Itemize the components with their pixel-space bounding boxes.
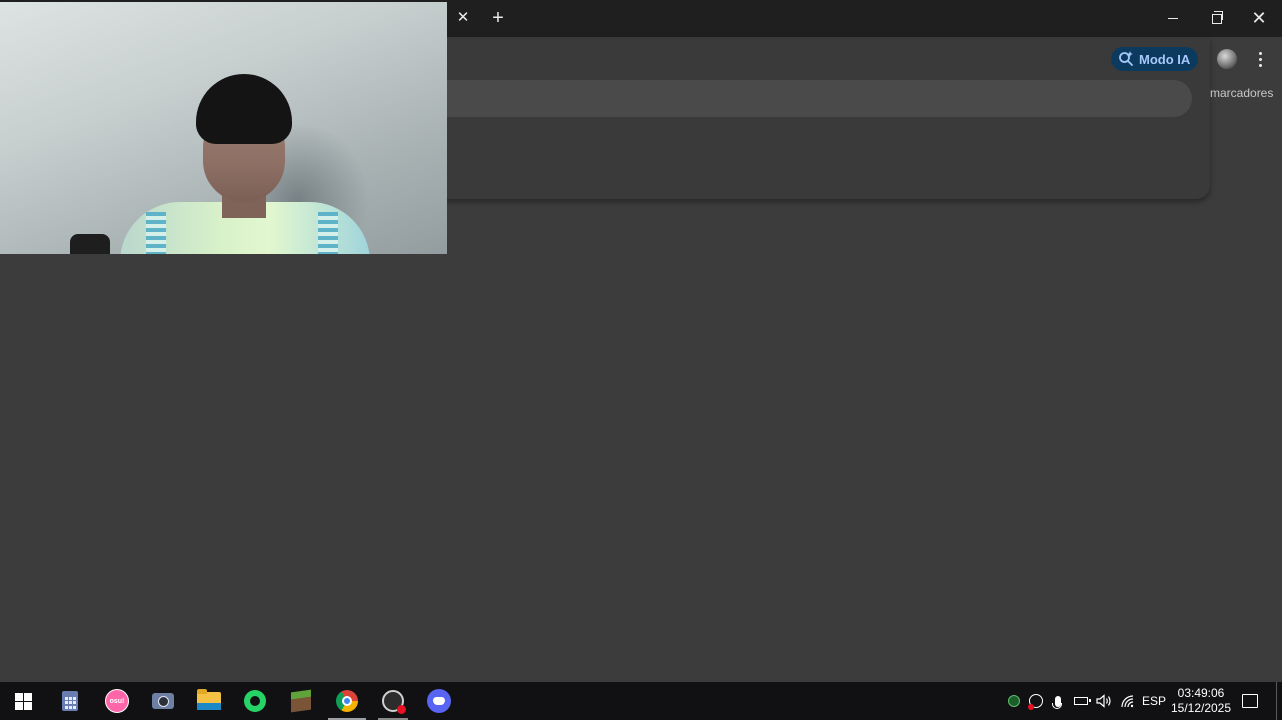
ai-mode-button[interactable]: Modo IA bbox=[1111, 47, 1198, 71]
webcam-overlay bbox=[0, 2, 447, 254]
wifi-icon bbox=[1121, 695, 1134, 708]
tray-obs[interactable] bbox=[1027, 682, 1045, 720]
windows-logo-icon bbox=[14, 692, 32, 710]
camera-icon bbox=[152, 693, 174, 709]
clock-date: 15/12/2025 bbox=[1170, 701, 1232, 715]
minimize-button[interactable] bbox=[1152, 0, 1194, 37]
folder-icon bbox=[197, 689, 221, 710]
notification-icon bbox=[1242, 694, 1258, 708]
whatsapp-icon bbox=[244, 690, 266, 712]
clock[interactable]: 03:49:06 15/12/2025 bbox=[1170, 682, 1232, 720]
taskbar-file-explorer[interactable] bbox=[186, 682, 232, 720]
taskbar-whatsapp[interactable] bbox=[232, 682, 278, 720]
restore-icon bbox=[1212, 10, 1223, 24]
profile-avatar[interactable] bbox=[1217, 49, 1237, 69]
start-button[interactable] bbox=[0, 682, 46, 720]
minecraft-icon bbox=[291, 689, 311, 713]
taskbar-obs[interactable] bbox=[370, 682, 416, 720]
taskbar-camera[interactable] bbox=[140, 682, 186, 720]
obs-tray-icon bbox=[1028, 694, 1043, 710]
minimize-icon bbox=[1168, 18, 1178, 19]
tray-microphone[interactable] bbox=[1050, 682, 1066, 720]
window-close-button[interactable]: ✕ bbox=[1238, 0, 1280, 37]
tray-app-icon[interactable] bbox=[1006, 682, 1022, 720]
more-options-icon[interactable] bbox=[1252, 48, 1268, 70]
taskbar-calculator[interactable] bbox=[47, 682, 93, 720]
taskbar-minecraft[interactable] bbox=[278, 682, 324, 720]
address-bar-input[interactable] bbox=[432, 80, 1192, 117]
taskbar-chrome[interactable] bbox=[324, 682, 370, 720]
clock-time: 03:49:06 bbox=[1177, 686, 1225, 700]
restore-button[interactable] bbox=[1196, 0, 1238, 37]
tab-close-icon[interactable]: ✕ bbox=[452, 7, 474, 29]
tray-battery[interactable] bbox=[1071, 682, 1091, 720]
taskbar-discord[interactable] bbox=[416, 682, 462, 720]
volume-icon bbox=[1096, 694, 1111, 708]
ai-search-icon bbox=[1118, 50, 1134, 69]
new-tab-button[interactable]: + bbox=[486, 6, 510, 30]
calculator-icon bbox=[62, 691, 78, 711]
bookmarks-label[interactable]: marcadores bbox=[1210, 86, 1273, 100]
chair bbox=[70, 234, 110, 254]
microphone-icon bbox=[1052, 695, 1062, 709]
close-icon: ✕ bbox=[1251, 8, 1267, 28]
ai-mode-label: Modo IA bbox=[1139, 51, 1191, 67]
status-dot-icon bbox=[1008, 695, 1020, 707]
obs-icon bbox=[382, 690, 406, 714]
action-center-button[interactable] bbox=[1238, 682, 1262, 720]
discord-icon bbox=[427, 689, 451, 713]
battery-icon bbox=[1074, 697, 1091, 705]
person-hair bbox=[196, 74, 292, 144]
chrome-icon bbox=[336, 690, 358, 712]
osu-icon: osu! bbox=[105, 689, 129, 713]
tray-volume[interactable] bbox=[1094, 682, 1114, 720]
language-indicator[interactable]: ESP bbox=[1141, 682, 1167, 720]
tray-network[interactable] bbox=[1118, 682, 1138, 720]
show-desktop-button[interactable] bbox=[1276, 682, 1277, 720]
taskbar-osu[interactable]: osu! bbox=[94, 682, 140, 720]
